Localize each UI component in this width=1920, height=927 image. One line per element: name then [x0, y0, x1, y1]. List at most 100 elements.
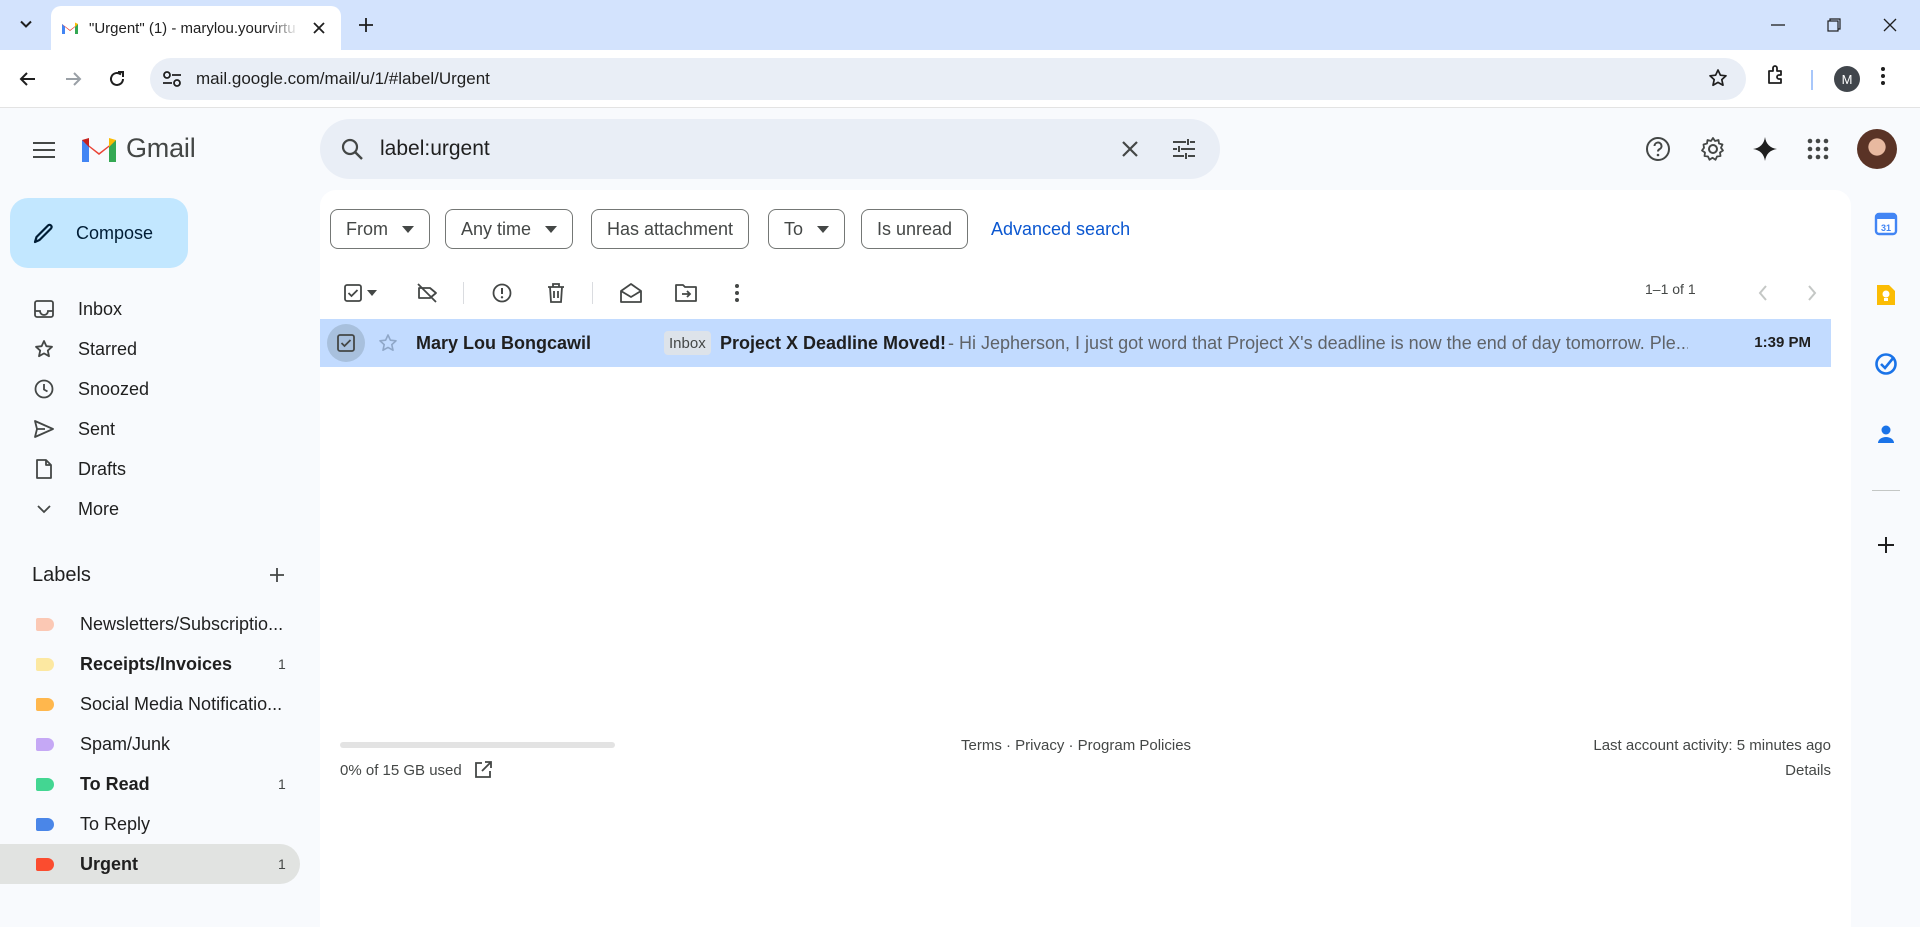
nav-item-sent[interactable]: Sent: [0, 409, 300, 449]
label-item-to-read[interactable]: To Read 1: [0, 764, 300, 804]
arrow-right-icon: [66, 72, 82, 86]
nav-item-snoozed[interactable]: Snoozed: [0, 369, 300, 409]
nav-item-drafts[interactable]: Drafts: [0, 449, 300, 489]
keep-icon[interactable]: [1872, 281, 1900, 309]
gmail-logo[interactable]: Gmail: [80, 133, 196, 164]
nav-item-inbox[interactable]: Inbox: [0, 289, 300, 329]
gmail-m-icon: [80, 134, 118, 164]
add-label-icon[interactable]: [264, 562, 290, 588]
inbox-badge[interactable]: Inbox: [664, 331, 711, 355]
filter-to[interactable]: To: [768, 209, 846, 249]
minimize-button[interactable]: [1750, 0, 1806, 50]
label-name: Receipts/Invoices: [80, 653, 233, 674]
browser-tab[interactable]: "Urgent" (1) - marylou.yourvirtu: [51, 6, 341, 50]
checkbox-checked-icon: [337, 334, 355, 352]
search-input[interactable]: label:urgent: [380, 137, 490, 161]
extensions-icon[interactable]: [1766, 64, 1788, 86]
address-bar[interactable]: mail.google.com/mail/u/1/#label/Urgent: [150, 58, 1746, 100]
label-item-newsletters[interactable]: Newsletters/Subscriptio...: [0, 604, 300, 644]
nav-item-more[interactable]: More: [0, 489, 300, 529]
label-item-social[interactable]: Social Media Notificatio...: [0, 684, 300, 724]
filter-any-time[interactable]: Any time: [445, 209, 574, 249]
new-tab-button[interactable]: [352, 11, 380, 39]
calendar-icon[interactable]: 31: [1872, 210, 1900, 238]
nav-label: Starred: [78, 338, 138, 359]
label-name: Spam/Junk: [80, 733, 171, 754]
row-checkbox[interactable]: [327, 324, 365, 362]
filter-has-attachment[interactable]: Has attachment: [591, 209, 750, 249]
filter-is-unread[interactable]: Is unread: [861, 209, 969, 249]
nav-item-starred[interactable]: Starred: [0, 329, 300, 369]
settings-gear-icon[interactable]: [1696, 132, 1730, 166]
star-icon[interactable]: [378, 333, 398, 353]
filter-has-attachment-label: Has attachment: [607, 218, 734, 239]
svg-text:31: 31: [1881, 223, 1891, 233]
filter-from-label: From: [346, 218, 388, 239]
help-icon[interactable]: [1641, 132, 1675, 166]
label-unread-count: 1: [278, 856, 286, 872]
compose-button[interactable]: Compose: [10, 198, 188, 268]
get-addons-plus-icon[interactable]: [1872, 531, 1900, 559]
search-icon[interactable]: [336, 133, 368, 165]
nav-label: More: [78, 498, 120, 519]
site-info-icon[interactable]: [160, 67, 184, 91]
gmail-favicon-icon: [61, 21, 79, 35]
account-avatar[interactable]: [1857, 129, 1897, 169]
browser-toolbar: mail.google.com/mail/u/1/#label/Urgent M: [0, 50, 1920, 108]
back-button[interactable]: [12, 63, 44, 95]
report-spam-icon[interactable]: [486, 277, 518, 309]
label-tag-icon: [36, 737, 54, 751]
older-page-chevron-icon[interactable]: [1747, 277, 1779, 309]
nav-label: Inbox: [78, 298, 123, 319]
more-actions-icon[interactable]: [721, 277, 753, 309]
label-item-spam[interactable]: Spam/Junk: [0, 724, 300, 764]
browser-menu-icon[interactable]: [1880, 65, 1886, 87]
reload-button[interactable]: [101, 63, 133, 95]
label-name: To Reply: [80, 813, 151, 834]
browser-profile-avatar[interactable]: M: [1834, 66, 1860, 92]
move-to-icon[interactable]: [670, 277, 702, 309]
checkbox-checked-icon: [344, 284, 362, 302]
label-unread-count: 1: [278, 656, 286, 672]
email-snippet: - Hi Jepherson, I just got word that Pro…: [948, 333, 1688, 353]
apps-grid-icon[interactable]: [1801, 132, 1835, 166]
select-dropdown-icon[interactable]: [362, 277, 382, 309]
caret-down-icon: [817, 225, 830, 233]
open-external-icon[interactable]: [474, 761, 492, 779]
details-link[interactable]: Details: [1785, 762, 1831, 779]
footer-links[interactable]: Terms · Privacy · Program Policies: [961, 737, 1191, 754]
email-time: 1:39 PM: [1754, 334, 1811, 351]
tab-close-icon[interactable]: [309, 18, 329, 38]
close-window-button[interactable]: [1862, 0, 1918, 50]
clear-search-icon[interactable]: [1114, 133, 1146, 165]
tasks-icon[interactable]: [1872, 350, 1900, 378]
main-menu-icon[interactable]: [28, 134, 60, 166]
bookmark-star-icon[interactable]: [1708, 68, 1728, 88]
email-row[interactable]: Mary Lou Bongcawil Inbox Project X Deadl…: [320, 319, 1831, 367]
label-item-urgent[interactable]: Urgent 1: [0, 844, 300, 884]
forward-button[interactable]: [57, 63, 89, 95]
label-item-receipts[interactable]: Receipts/Invoices 1: [0, 644, 300, 684]
tab-search-button[interactable]: [12, 10, 40, 38]
restore-button[interactable]: [1806, 0, 1862, 50]
label-unread-count: 1: [278, 776, 286, 792]
label-tag-icon: [36, 657, 54, 671]
label-name: Urgent: [80, 853, 138, 874]
search-bar[interactable]: label:urgent: [320, 119, 1220, 179]
label-item-to-reply[interactable]: To Reply: [0, 804, 300, 844]
chevron-down-icon: [20, 20, 32, 28]
remove-label-icon[interactable]: [411, 277, 443, 309]
delete-icon[interactable]: [540, 277, 572, 309]
contacts-icon[interactable]: [1872, 420, 1900, 448]
label-tag-icon: [36, 777, 54, 791]
newer-page-chevron-icon[interactable]: [1796, 277, 1828, 309]
advanced-search-link[interactable]: Advanced search: [991, 219, 1130, 240]
nav-label: Drafts: [78, 458, 127, 479]
send-icon: [32, 417, 56, 441]
gemini-sparkle-icon[interactable]: [1748, 132, 1782, 166]
label-tag-icon: [36, 617, 54, 631]
search-options-icon[interactable]: [1168, 133, 1200, 165]
chevron-down-icon: [32, 497, 56, 521]
mark-as-read-icon[interactable]: [615, 277, 647, 309]
filter-from[interactable]: From: [330, 209, 430, 249]
